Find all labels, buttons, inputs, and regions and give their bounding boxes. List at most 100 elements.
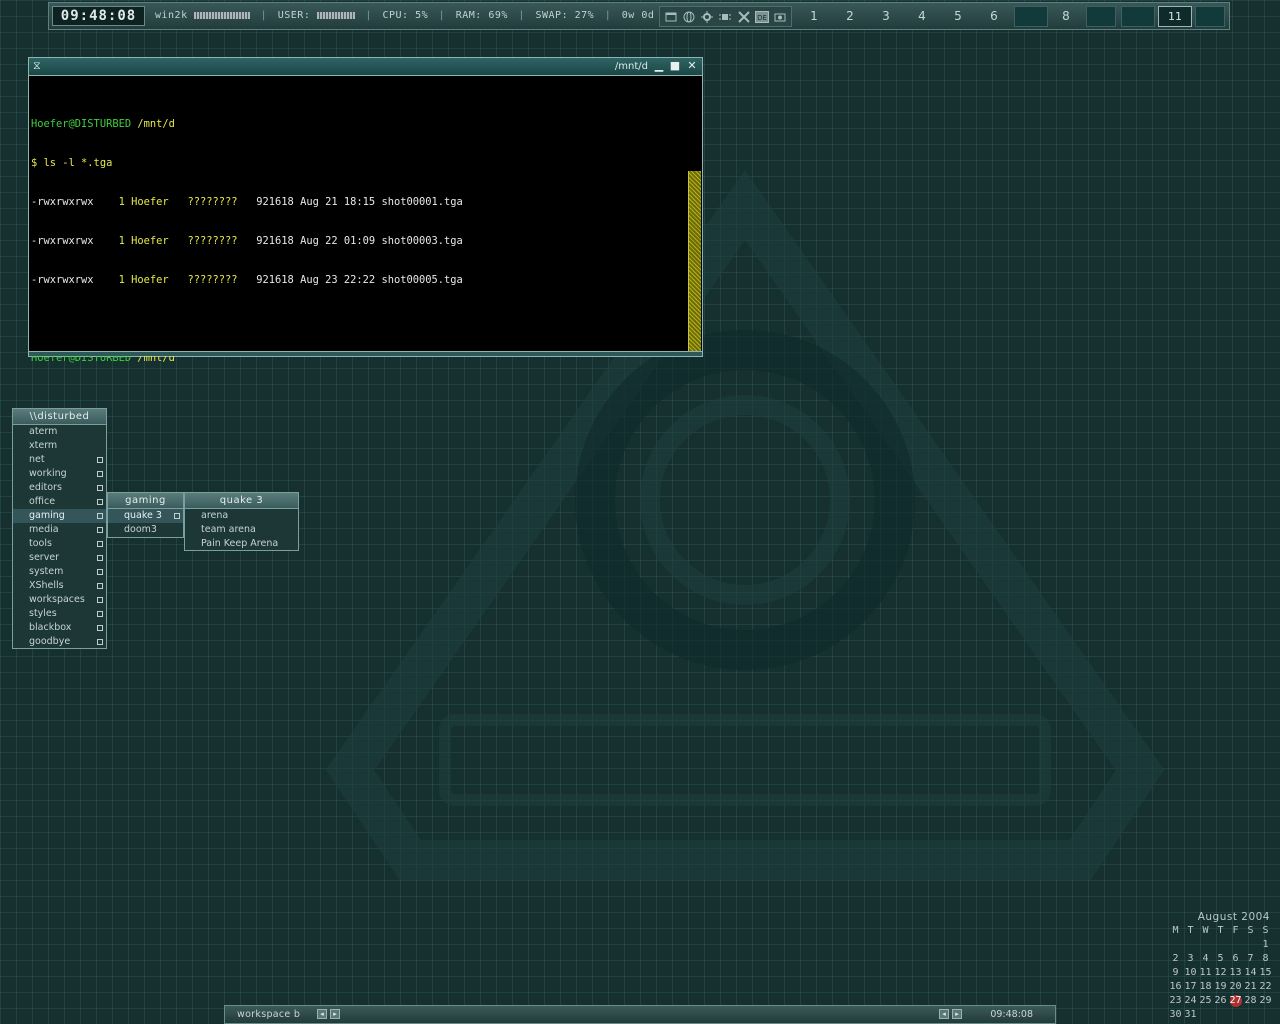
calendar-day[interactable]: 13 <box>1228 966 1243 980</box>
x-icon[interactable] <box>737 10 751 24</box>
window-menu-icon[interactable]: ⧖ <box>33 60 45 72</box>
menu-item-aterm[interactable]: aterm <box>13 425 106 439</box>
terminal-window[interactable]: ⧖ /mnt/d ▁ ■ ✕ Hoefer@DISTURBED /mnt/d $… <box>28 57 703 364</box>
minimize-icon[interactable]: ▁ <box>652 59 666 73</box>
menu-item-system[interactable]: system <box>13 565 106 579</box>
menu-item-arena[interactable]: arena <box>185 509 298 523</box>
globe-icon[interactable] <box>682 10 696 24</box>
calendar-day[interactable]: 6 <box>1228 952 1243 966</box>
file-line: -rwxrwxrwx 1 Hoefer ???????? 921618 Aug … <box>31 196 687 209</box>
menu-item-media[interactable]: media <box>13 523 106 537</box>
menu-item-blackbox[interactable]: blackbox <box>13 621 106 635</box>
calendar-day[interactable]: 3 <box>1183 952 1198 966</box>
workspace-label: workspace b <box>237 1009 301 1020</box>
workspace-5[interactable]: 5 <box>943 6 973 27</box>
window-prev-icon[interactable]: ◂ <box>939 1009 949 1019</box>
calendar-day[interactable]: 18 <box>1198 980 1213 994</box>
calendar-today[interactable]: 27 <box>1228 994 1243 1008</box>
menu-item-xshells[interactable]: XShells <box>13 579 106 593</box>
menu-item-server[interactable]: server <box>13 551 106 565</box>
swap-usage: SWAP: 27% <box>535 10 595 21</box>
menu-item-pain-keep-arena[interactable]: Pain Keep Arena <box>185 537 298 551</box>
file-line: -rwxrwxrwx 1 Hoefer ???????? 921618 Aug … <box>31 235 687 248</box>
workspace-10-thumb[interactable] <box>1121 6 1155 27</box>
workspace-6[interactable]: 6 <box>979 6 1009 27</box>
calendar-day[interactable]: 22 <box>1258 980 1273 994</box>
workspace-7-thumb[interactable] <box>1014 6 1048 27</box>
file-size: 921618 <box>256 235 294 247</box>
calendar-day[interactable]: 21 <box>1243 980 1258 994</box>
de-icon[interactable]: DE <box>754 10 769 24</box>
calendar-day[interactable]: 11 <box>1198 966 1213 980</box>
calendar-day[interactable]: 30 <box>1168 1008 1183 1022</box>
calendar-day[interactable]: 1 <box>1258 938 1273 952</box>
calendar-day[interactable]: 20 <box>1228 980 1243 994</box>
root-menu-items: aterm xterm net working editors office gaming m… <box>13 425 106 649</box>
workspace-8[interactable]: 8 <box>1051 6 1081 27</box>
calendar-day[interactable]: 5 <box>1213 952 1228 966</box>
terminal-scrollbar[interactable] <box>688 171 701 352</box>
calendar-day[interactable]: 26 <box>1213 994 1228 1008</box>
window-icon[interactable] <box>664 10 678 24</box>
calendar-day[interactable]: 10 <box>1183 966 1198 980</box>
menu-item-net[interactable]: net <box>13 453 106 467</box>
workspace-2[interactable]: 2 <box>835 6 865 27</box>
menu-item-xterm[interactable]: xterm <box>13 439 106 453</box>
calendar-day[interactable]: 12 <box>1213 966 1228 980</box>
file-perms: -rwxrwxrwx <box>31 196 94 208</box>
calendar-day[interactable]: 7 <box>1243 952 1258 966</box>
workspace-11[interactable]: 11 <box>1158 6 1192 27</box>
calendar-day[interactable]: 17 <box>1183 980 1198 994</box>
submenu-arrow-icon <box>97 555 103 561</box>
close-icon[interactable]: ✕ <box>685 59 699 73</box>
top-status-bar: 09:48:08 win2k | USER: | CPU: 5% | RAM: … <box>48 2 1230 30</box>
calendar-day[interactable]: 29 <box>1258 994 1273 1008</box>
gear-icon[interactable] <box>700 10 714 24</box>
calendar-day[interactable]: 9 <box>1168 966 1183 980</box>
camera-icon[interactable] <box>773 10 787 24</box>
calendar-day[interactable]: 2 <box>1168 952 1183 966</box>
calendar-day <box>1168 938 1183 952</box>
workspace-12-thumb[interactable] <box>1195 6 1225 27</box>
menu-item-office[interactable]: office <box>13 495 106 509</box>
menu-item-quake3[interactable]: quake 3 <box>108 509 183 523</box>
workspace-1[interactable]: 1 <box>799 6 829 27</box>
menu-item-team-arena[interactable]: team arena <box>185 523 298 537</box>
calendar-day[interactable]: 28 <box>1243 994 1258 1008</box>
workspace-3[interactable]: 3 <box>871 6 901 27</box>
terminal-titlebar[interactable]: ⧖ /mnt/d ▁ ■ ✕ <box>29 58 702 76</box>
window-next-icon[interactable]: ▸ <box>952 1009 962 1019</box>
maximize-icon[interactable]: ■ <box>668 59 682 73</box>
workspace-9-thumb[interactable] <box>1086 6 1116 27</box>
workspace-prev-icon[interactable]: ◂ <box>317 1009 327 1019</box>
calendar-day <box>1228 938 1243 952</box>
system-tray: DE <box>659 6 792 27</box>
quake3-submenu-title: quake 3 <box>185 493 298 509</box>
workspace-4[interactable]: 4 <box>907 6 937 27</box>
menu-item-gaming[interactable]: gaming <box>13 509 106 523</box>
workspace-next-icon[interactable]: ▸ <box>330 1009 340 1019</box>
calendar-day[interactable]: 15 <box>1258 966 1273 980</box>
calendar-day[interactable]: 24 <box>1183 994 1198 1008</box>
menu-item-working[interactable]: working <box>13 467 106 481</box>
calendar-day[interactable]: 16 <box>1168 980 1183 994</box>
menu-item-doom3[interactable]: doom3 <box>108 523 183 537</box>
submenu-arrow-icon <box>97 639 103 645</box>
menu-item-goodbye[interactable]: goodbye <box>13 635 106 649</box>
calendar-day[interactable]: 23 <box>1168 994 1183 1008</box>
menu-item-workspaces[interactable]: workspaces <box>13 593 106 607</box>
terminal-bottom-grip[interactable] <box>29 351 702 356</box>
weekday-header: F <box>1232 925 1239 936</box>
calendar-day[interactable]: 14 <box>1243 966 1258 980</box>
menu-item-styles[interactable]: styles <box>13 607 106 621</box>
calendar-day[interactable]: 25 <box>1198 994 1213 1008</box>
calendar-day[interactable]: 4 <box>1198 952 1213 966</box>
calendar-day[interactable]: 31 <box>1183 1008 1198 1022</box>
terminal-output[interactable]: Hoefer@DISTURBED /mnt/d $ ls -l *.tga -r… <box>31 78 687 364</box>
menu-item-tools[interactable]: tools <box>13 537 106 551</box>
chip-icon[interactable] <box>718 10 732 24</box>
file-owner: Hoefer <box>131 274 169 286</box>
menu-item-editors[interactable]: editors <box>13 481 106 495</box>
calendar-day[interactable]: 19 <box>1213 980 1228 994</box>
calendar-day[interactable]: 8 <box>1258 952 1273 966</box>
